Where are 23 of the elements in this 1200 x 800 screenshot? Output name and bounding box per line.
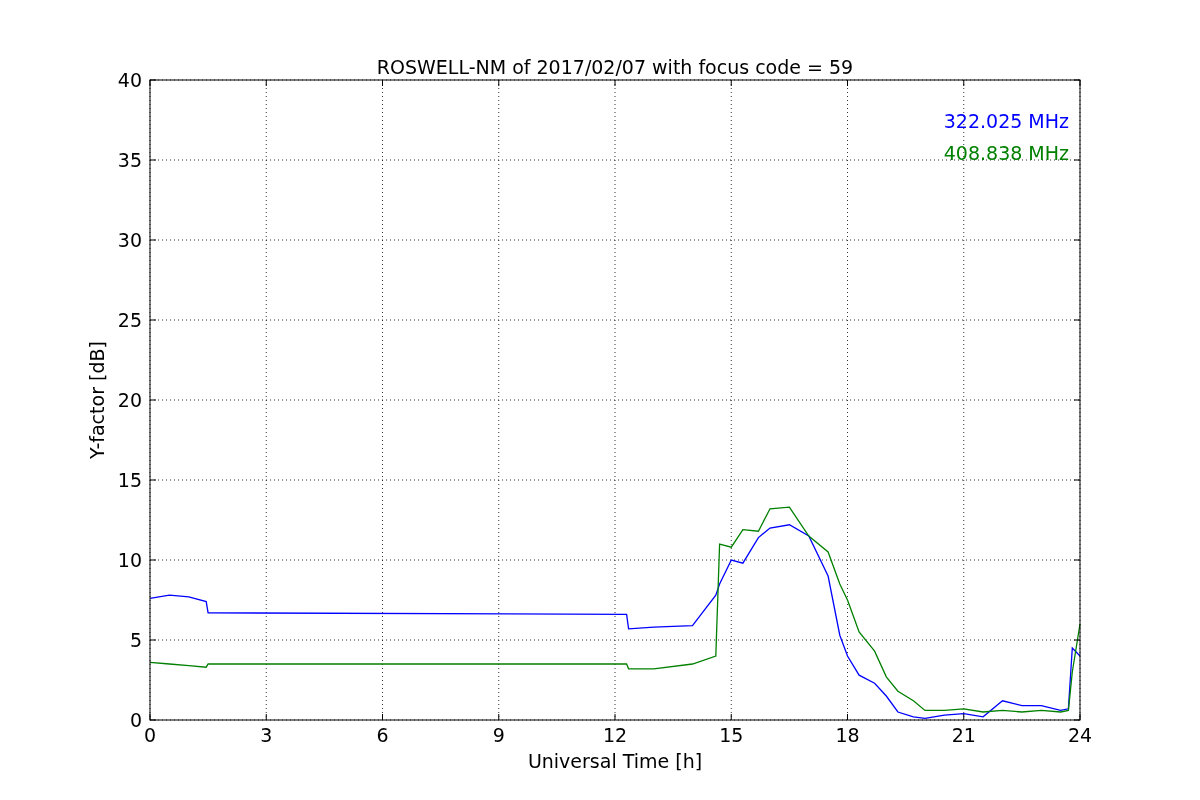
chart-title: ROSWELL-NM of 2017/02/07 with focus code = 59 [376, 56, 854, 78]
y-tick-label: 0 [129, 709, 142, 731]
x-tick-label: 21 [951, 724, 976, 746]
legend-label: 408.838 MHz [943, 142, 1069, 164]
x-tick-label: 0 [143, 724, 157, 746]
x-tick-label: 18 [835, 724, 860, 746]
y-axis-label: Y-factor [dB] [86, 341, 108, 459]
y-tick-label: 5 [129, 629, 142, 651]
y-tick-label: 30 [117, 229, 142, 251]
x-tick-label: 9 [492, 724, 505, 746]
y-tick-label: 10 [117, 549, 142, 571]
y-tick-label: 25 [117, 309, 142, 331]
y-tick-label: 35 [117, 149, 142, 171]
x-tick-label: 6 [376, 724, 389, 746]
x-tick-label: 24 [1067, 724, 1093, 746]
y-tick-label: 40 [117, 69, 142, 91]
x-axis-label: Universal Time [h] [527, 750, 703, 772]
y-tick-label: 15 [117, 469, 142, 491]
x-tick-label: 12 [602, 724, 628, 746]
x-tick-label: 3 [260, 724, 273, 746]
legend-label: 322.025 MHz [943, 110, 1069, 132]
y-tick-label: 20 [117, 389, 142, 411]
x-tick-label: 15 [719, 724, 744, 746]
